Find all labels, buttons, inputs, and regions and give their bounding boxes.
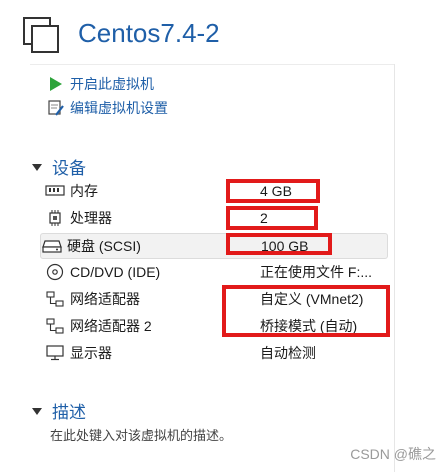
panel-divider xyxy=(394,64,395,472)
cpu-icon xyxy=(44,208,66,228)
vm-title: Centos7.4-2 xyxy=(78,18,220,48)
harddisk-icon xyxy=(41,236,63,256)
device-name: 处理器 xyxy=(70,210,112,226)
network-icon xyxy=(44,289,66,309)
edit-vm-settings-link[interactable]: 编辑虚拟机设置 xyxy=(46,98,168,118)
description-section-label: 描述 xyxy=(52,403,86,422)
highlight-box-processor xyxy=(226,206,318,230)
play-icon xyxy=(46,74,66,94)
device-row-harddisk[interactable]: 硬盘 (SCSI) 100 GB xyxy=(40,233,388,259)
device-row-display[interactable]: 显示器 自动检测 xyxy=(44,341,386,365)
virtual-machine-icon xyxy=(23,17,59,53)
highlight-box-memory xyxy=(226,179,320,203)
collapse-triangle-icon xyxy=(32,164,42,171)
network-icon xyxy=(44,316,66,336)
memory-icon xyxy=(44,181,66,201)
highlight-box-harddisk xyxy=(226,233,332,255)
device-name: CD/DVD (IDE) xyxy=(70,264,161,280)
device-row-cddvd[interactable]: CD/DVD (IDE) 正在使用文件 F:... xyxy=(44,260,386,284)
header-divider xyxy=(30,64,394,65)
device-value: 自动检测 xyxy=(260,345,316,361)
device-name: 内存 xyxy=(70,183,98,199)
devices-section-header[interactable]: 设备 xyxy=(32,154,86,179)
device-name: 硬盘 (SCSI) xyxy=(67,238,141,254)
device-name: 显示器 xyxy=(70,345,112,361)
collapse-triangle-icon xyxy=(32,408,42,415)
description-placeholder[interactable]: 在此处键入对该虚拟机的描述。 xyxy=(50,425,232,444)
description-section-header[interactable]: 描述 xyxy=(32,398,86,423)
highlight-box-network xyxy=(222,285,390,337)
monitor-icon xyxy=(44,343,66,363)
power-on-vm-link[interactable]: 开启此虚拟机 xyxy=(46,74,154,94)
watermark: CSDN @礁之 xyxy=(350,446,436,462)
vm-header: Centos7.4-2 xyxy=(0,0,446,64)
device-name: 网络适配器 2 xyxy=(70,318,152,334)
cd-icon xyxy=(44,262,66,282)
device-row-memory[interactable]: 内存 4 GB xyxy=(44,179,386,203)
edit-settings-icon xyxy=(46,98,66,118)
device-name: 网络适配器 xyxy=(70,291,140,307)
devices-section-label: 设备 xyxy=(52,159,86,178)
device-value: 正在使用文件 F:... xyxy=(260,264,372,280)
device-row-processor[interactable]: 处理器 2 xyxy=(44,206,386,230)
edit-settings-label: 编辑虚拟机设置 xyxy=(70,100,168,116)
power-on-label: 开启此虚拟机 xyxy=(70,76,154,92)
